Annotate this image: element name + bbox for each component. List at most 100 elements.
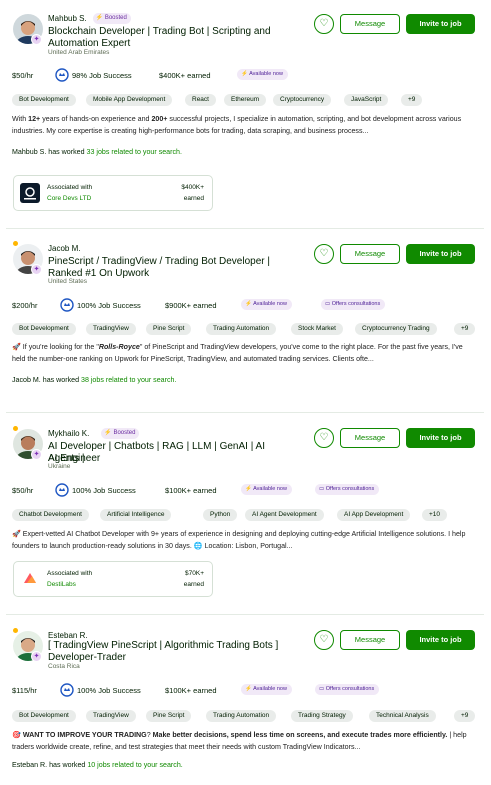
skill-chip[interactable]: Artificial Intelligence: [100, 509, 172, 521]
job-success-badge-icon: [60, 683, 74, 697]
skill-chip[interactable]: Ethereum: [224, 94, 267, 106]
message-button[interactable]: Message: [340, 428, 400, 448]
heart-icon[interactable]: ♡: [314, 14, 334, 34]
jobs-worked-prefix: Jacob M. has worked: [12, 376, 81, 384]
message-button[interactable]: Message: [340, 244, 400, 264]
heart-icon[interactable]: ♡: [314, 428, 334, 448]
invite-to-job-button[interactable]: Invite to job: [406, 14, 475, 34]
skill-chip[interactable]: +9: [454, 710, 476, 722]
skill-chip[interactable]: +9: [401, 94, 423, 106]
availability-badge: ⚡ Available now: [237, 69, 288, 80]
freelancer-card[interactable]: ✦ Mahbub S. ⚡ Boosted Blockchain Developer …: [0, 0, 491, 228]
skill-chip[interactable]: TradingView: [86, 710, 136, 722]
freelancer-title[interactable]: AI Engineer: [48, 453, 284, 465]
skill-chip[interactable]: Mobile App Development: [86, 94, 173, 106]
skill-chip[interactable]: +9: [454, 323, 476, 335]
skill-chip[interactable]: +10: [422, 509, 448, 521]
consultations-label: Offers consultations: [325, 686, 375, 692]
jobs-worked-link[interactable]: 33 jobs related to your search.: [87, 148, 182, 156]
agency-card[interactable]: Associated with Core Devs LTD $400K+ earned: [13, 175, 213, 211]
freelancer-card[interactable]: ✦ Mykhailo K. ⚡ Boosted AI Developer | Chat…: [0, 412, 491, 614]
description-text: 12+: [28, 115, 41, 123]
skill-chip[interactable]: Cryptocurrency: [273, 94, 332, 106]
agency-earned-label: earned: [183, 581, 204, 588]
skill-chip[interactable]: Chatbot Development: [12, 509, 89, 521]
skill-chip[interactable]: Python: [203, 509, 238, 521]
heart-icon[interactable]: ♡: [314, 630, 334, 650]
freelancer-name[interactable]: Mykhailo K.: [48, 429, 89, 438]
message-button[interactable]: Message: [340, 14, 400, 34]
skill-chip[interactable]: Trading Automation: [206, 710, 277, 722]
jobs-worked-prefix: Mahbub S. has worked: [12, 148, 87, 156]
boosted-label: Boosted: [113, 430, 136, 436]
freelancer-title[interactable]: PineScript / TradingView / Trading Bot D…: [48, 256, 284, 268]
agency-name[interactable]: Core Devs LTD: [47, 195, 91, 202]
jobs-worked-note: Mahbub S. has worked 33 jobs related to …: [12, 148, 182, 156]
job-success: 100% Job Success: [72, 486, 136, 495]
freelancer-title[interactable]: Developer-Trader: [48, 652, 284, 664]
availability-badge: ⚡ Available now: [241, 484, 292, 495]
boosted-badge: ⚡ Boosted: [101, 428, 140, 439]
freelancer-title[interactable]: Automation Expert: [48, 38, 284, 50]
skill-chip[interactable]: Pine Script: [146, 710, 192, 722]
description-text: 🎯: [12, 731, 23, 739]
freelancer-description[interactable]: 🚀 Expert-vetted AI Chatbot Developer wit…: [12, 529, 474, 552]
skill-chip[interactable]: Bot Development: [12, 94, 76, 106]
agency-assoc-label: Associated with: [47, 570, 93, 577]
agency-name[interactable]: DestiLabs: [47, 581, 76, 588]
description-text: 🚀 Expert-vetted AI Chatbot Developer wit…: [12, 530, 466, 550]
agency-earned-amount: $70K+: [185, 570, 204, 577]
jobs-worked-link[interactable]: 38 jobs related to your search.: [81, 376, 176, 384]
job-success-badge-icon: [60, 298, 74, 312]
heart-icon[interactable]: ♡: [314, 244, 334, 264]
availability-label: Available now: [253, 301, 287, 307]
consultations-badge: ▭ Offers consultations: [315, 484, 380, 495]
freelancer-name[interactable]: Jacob M.: [48, 244, 80, 253]
message-button[interactable]: Message: [340, 630, 400, 650]
skill-chip[interactable]: TradingView: [86, 323, 136, 335]
hourly-rate: $50/hr: [12, 71, 34, 80]
video-icon: ▭: [325, 301, 332, 307]
job-success-badge-icon: [55, 483, 69, 497]
consultations-badge: ▭ Offers consultations: [315, 684, 380, 695]
boosted-badge: ⚡ Boosted: [92, 13, 131, 24]
skill-chip[interactable]: React: [185, 94, 216, 106]
freelancer-card[interactable]: ✦ Esteban R.[ TradingView PineScript | Al…: [0, 614, 491, 785]
skill-chip[interactable]: Pine Script: [146, 323, 192, 335]
description-text: WANT TO IMPROVE YOUR TRADING: [22, 731, 147, 739]
jobs-worked-link[interactable]: 10 jobs related to your search.: [87, 761, 182, 769]
freelancer-title[interactable]: [ TradingView PineScript | Algorithmic T…: [48, 640, 284, 652]
freelancer-card[interactable]: ✦ Jacob M. PineScript / TradingView / Trad…: [0, 228, 491, 412]
consultations-label: Offers consultations: [331, 301, 381, 307]
skill-chip[interactable]: Bot Development: [12, 710, 76, 722]
total-earned: $400K+ earned: [159, 71, 211, 80]
freelancer-name[interactable]: Esteban R.: [48, 631, 88, 640]
skill-chip[interactable]: AI Agent Development: [245, 509, 324, 521]
freelancer-description[interactable]: 🎯 WANT TO IMPROVE YOUR TRADING? Make bet…: [12, 730, 474, 753]
skill-chip[interactable]: AI App Development: [337, 509, 411, 521]
video-icon: ▭: [319, 486, 326, 492]
job-success: 100% Job Success: [77, 686, 141, 695]
jobs-worked-prefix: Esteban R. has worked: [12, 761, 88, 769]
invite-to-job-button[interactable]: Invite to job: [406, 428, 475, 448]
skill-chip[interactable]: Bot Development: [12, 323, 76, 335]
agency-assoc-label: Associated with: [47, 184, 93, 191]
skill-chip[interactable]: Trading Strategy: [291, 710, 353, 722]
freelancer-title[interactable]: Blockchain Developer | Trading Bot | Scr…: [48, 26, 284, 38]
invite-to-job-button[interactable]: Invite to job: [406, 244, 475, 264]
online-indicator: [13, 241, 18, 246]
freelancer-description[interactable]: With 12+ years of hands-on experience an…: [12, 114, 474, 137]
skill-chip[interactable]: Stock Market: [291, 323, 343, 335]
freelancer-name[interactable]: Mahbub S.: [48, 14, 87, 23]
skill-chip[interactable]: Trading Automation: [206, 323, 277, 335]
invite-to-job-button[interactable]: Invite to job: [406, 630, 475, 650]
skill-chip[interactable]: Technical Analysis: [369, 710, 436, 722]
skill-chip[interactable]: Cryptocurrency Trading: [355, 323, 437, 335]
skill-chip[interactable]: JavaScript: [344, 94, 389, 106]
jobs-worked-note: Esteban R. has worked 10 jobs related to…: [12, 761, 183, 769]
freelancer-description[interactable]: 🚀 If you're looking for the "Rolls-Royce…: [12, 342, 474, 365]
boosted-label: Boosted: [104, 15, 127, 21]
total-earned: $900K+ earned: [165, 301, 217, 310]
lightning-icon: ⚡: [245, 301, 254, 307]
agency-card[interactable]: Associated with DestiLabs $70K+ earned: [13, 561, 213, 597]
